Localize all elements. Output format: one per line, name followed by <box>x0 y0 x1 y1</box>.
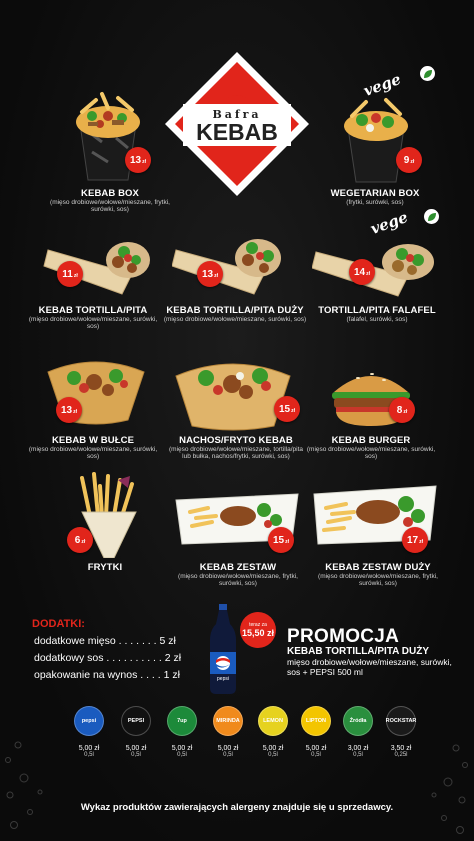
drink-volume: 0,25l <box>394 752 408 758</box>
item-desc: (mięso drobiowe/wołowe/mieszane, surówki… <box>28 446 158 461</box>
menu-item-kebab-tortilla: KEBAB TORTILLA/PITA (mięso drobiowe/woło… <box>28 305 158 331</box>
menu-item-kebab-box: KEBAB BOX (mięso drobiowe/wołowe/mieszan… <box>40 188 180 214</box>
item-desc: (mięso drobiowe/wołowe/mieszane, tortill… <box>168 446 304 461</box>
drink-can-icon: 7up <box>167 706 197 736</box>
item-name: KEBAB ZESTAW <box>199 562 277 573</box>
item-name: TORTILLA/PITA FALAFEL <box>318 305 436 316</box>
drink-volume: 0,5l <box>353 752 363 758</box>
drink-can-icon: LEMON <box>258 706 288 736</box>
item-name: KEBAB BURGER <box>331 435 411 446</box>
drink-volume: 0,5l <box>268 752 278 758</box>
item-desc: (mięso drobiowe/wołowe/mieszane, surówki… <box>28 316 158 331</box>
item-name: WEGETARIAN BOX <box>330 188 420 199</box>
drink-volume: 0,5l <box>311 752 321 758</box>
leaf-icon <box>420 66 435 81</box>
drink-volume: 0,5l <box>84 752 94 758</box>
promo-badge-price: 15,50 zł <box>241 628 275 638</box>
item-desc: (mięso drobiowe/wołowe/mieszane, frytki,… <box>50 199 170 214</box>
drink-price: 5,00 zł <box>217 745 239 752</box>
price-badge: 9 zł <box>396 147 422 173</box>
kebab-tortilla-image <box>43 242 150 295</box>
kebab-tortilla-duzy-image <box>172 239 281 295</box>
price-badge: 6 zł <box>67 527 93 553</box>
promo-subtitle: KEBAB TORTILLA/PITA DUŻY <box>287 646 430 657</box>
item-name: NACHOS/FRYTO KEBAB <box>179 435 293 446</box>
drink-item: LEMON 5,00 zł 0,5l <box>256 706 290 758</box>
price-badge: 15 zł <box>274 396 300 422</box>
item-name: KEBAB ZESTAW DUŻY <box>325 562 431 573</box>
promo-title: PROMOCJA <box>287 626 400 647</box>
drink-price: 5,00 zł <box>171 745 193 752</box>
menu-item-kebab-w-bulce: KEBAB W BUŁCE (mięso drobiowe/wołowe/mie… <box>28 435 158 461</box>
tortilla-falafel-image <box>312 244 434 297</box>
drink-price: 5,00 zł <box>305 745 327 752</box>
promo-desc: mięso drobiowe/wołowe/mieszane, surówki,… <box>287 657 452 677</box>
dodatki-row: dodatkowy sos . . . . . . . . . . 2 zł <box>34 652 182 664</box>
price-badge: 11 zł <box>57 261 83 287</box>
price-badge: 15 zł <box>268 527 294 553</box>
menu-item-frytki: FRYTKI <box>60 562 150 573</box>
menu-item-kebab-zestaw-duzy: KEBAB ZESTAW DUŻY (mięso drobiowe/wołowe… <box>308 562 448 588</box>
drink-item: MIRINDA 5,00 zł 0,5l <box>211 706 245 758</box>
drink-can-icon: PEPSI <box>121 706 151 736</box>
dodatki-title: DODATKI: <box>32 618 85 630</box>
item-desc: (mięso drobiowe/wołowe/mieszane, surówki… <box>163 316 307 323</box>
item-name: KEBAB BOX <box>81 188 139 199</box>
leaf-icon <box>424 209 439 224</box>
drink-volume: 0,5l <box>223 752 233 758</box>
price-badge: 13 zł <box>125 147 151 173</box>
drink-price: 3,50 zł <box>390 745 412 752</box>
item-name: KEBAB W BUŁCE <box>51 435 135 446</box>
drink-can-icon: LIPTON <box>301 706 331 736</box>
item-name: FRYTKI <box>87 562 123 573</box>
menu-item-wegetarian-box: WEGETARIAN BOX (frytki, surówki, sos) <box>300 188 450 206</box>
item-desc: (mięso drobiowe/wołowe/mieszane, frytki,… <box>318 573 438 588</box>
price-badge: 14 zł <box>349 259 375 285</box>
menu-item-nachos-fryto-kebab: NACHOS/FRYTO KEBAB (mięso drobiowe/wołow… <box>166 435 306 461</box>
drink-item: 7up 5,00 zł 0,5l <box>165 706 199 758</box>
item-name: KEBAB TORTILLA/PITA <box>38 305 148 316</box>
menu-item-kebab-zestaw: KEBAB ZESTAW (mięso drobiowe/wołowe/mies… <box>168 562 308 588</box>
drink-item: PEPSI 5,00 zł 0,5l <box>119 706 153 758</box>
logo-big-text: KEBAB <box>196 119 278 145</box>
drink-item: Źródła 3,00 zł 0,5l <box>341 706 375 758</box>
pepsi-bottle-image: pepsi <box>210 604 236 694</box>
price-badge: 8 zł <box>389 397 415 423</box>
drink-can-icon: pepsi <box>74 706 104 736</box>
drink-item: ROCKSTAR 3,50 zł 0,25l <box>384 706 418 758</box>
drink-price: 5,00 zł <box>78 745 100 752</box>
menu-item-tortilla-falafel: TORTILLA/PITA FALAFEL (falafel, surówki,… <box>312 305 442 323</box>
drink-can-icon: ROCKSTAR <box>386 706 416 736</box>
allergen-footer: Wykaz produktów zawierających alergeny z… <box>80 802 394 813</box>
item-desc: (frytki, surówki, sos) <box>346 199 404 206</box>
item-desc: (mięso drobiowe/wołowe/mieszane, frytki,… <box>178 573 298 588</box>
price-badge: 13 zł <box>197 261 223 287</box>
bafra-kebab-logo: Bafra KEBAB <box>165 52 309 196</box>
drink-price: 3,00 zł <box>347 745 369 752</box>
menu-item-kebab-tortilla-duzy: KEBAB TORTILLA/PITA DUŻY (mięso drobiowe… <box>160 305 310 323</box>
promo-price-badge: teraz za 15,50 zł <box>240 612 276 648</box>
drink-can-icon: MIRINDA <box>213 706 243 736</box>
drink-can-icon: Źródła <box>343 706 373 736</box>
dodatki-row: dodatkowe mięso . . . . . . . 5 zł <box>34 635 176 647</box>
menu-board: Bafra KEBAB 13 zł KEBAB BOX (mięso drobio… <box>0 0 474 841</box>
price-badge: 13 zł <box>56 397 82 423</box>
drink-volume: 0,5l <box>131 752 141 758</box>
bottle-label: pepsi <box>217 676 229 682</box>
item-desc: (mięso drobiowe/wołowe/mieszane, surówki… <box>306 446 436 461</box>
price-badge: 17 zł <box>402 527 428 553</box>
dodatki-row: opakowanie na wynos . . . . 1 zł <box>34 669 180 681</box>
item-desc: (falafel, surówki, sos) <box>346 316 408 323</box>
drink-volume: 0,5l <box>177 752 187 758</box>
drink-item: pepsi 5,00 zł 0,5l <box>72 706 106 758</box>
menu-item-kebab-burger: KEBAB BURGER (mięso drobiowe/wołowe/mies… <box>306 435 436 461</box>
drink-price: 5,00 zł <box>125 745 147 752</box>
drink-item: LIPTON 5,00 zł 0,5l <box>299 706 333 758</box>
item-name: KEBAB TORTILLA/PITA DUŻY <box>166 305 304 316</box>
drink-price: 5,00 zł <box>262 745 284 752</box>
